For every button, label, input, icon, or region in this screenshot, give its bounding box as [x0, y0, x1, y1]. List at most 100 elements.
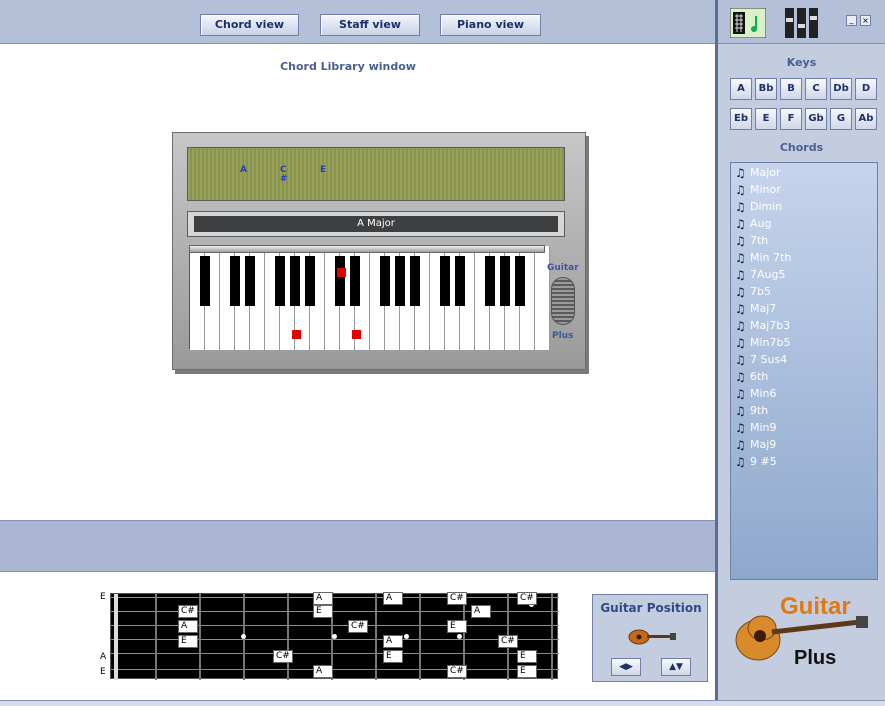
black-key[interactable] — [350, 256, 360, 306]
fret-note-box[interactable]: E — [447, 620, 467, 633]
key-button[interactable]: Db — [830, 78, 852, 100]
chord-name-bar: A Major — [187, 211, 565, 237]
fret-note-box[interactable]: C# — [498, 635, 518, 648]
fret-note-box[interactable]: A — [313, 592, 333, 605]
music-note-icon: ♫ — [735, 387, 746, 401]
fret-note-box[interactable]: A — [383, 635, 403, 648]
chord-label: 7 Sus4 — [750, 353, 788, 366]
chord-list-item[interactable]: ♫ 9 #5 — [735, 454, 777, 470]
chord-label: 7Aug5 — [750, 268, 786, 281]
black-key[interactable] — [380, 256, 390, 306]
guitar-position-title: Guitar Position — [600, 601, 702, 615]
horizontal-scrollbar[interactable] — [0, 700, 885, 706]
fret-note-box[interactable]: E — [517, 665, 537, 678]
fretboard[interactable]: AEC#C#AAEEC#AC#C#EC#EAEAEC#A — [110, 592, 559, 680]
fret-wire — [155, 594, 157, 680]
lcd-note-2-sharp: # — [280, 174, 288, 184]
chord-grid-icon[interactable] — [730, 8, 766, 38]
left-right-button[interactable]: ◀▶ — [611, 658, 641, 676]
fret-note-box[interactable]: A — [313, 665, 333, 678]
fret-note-box[interactable]: A — [471, 605, 491, 618]
lcd-display: A C # E — [187, 147, 565, 201]
fret-note-box[interactable]: C# — [517, 592, 537, 605]
chord-list-item[interactable]: ♫ Maj7b3 — [735, 318, 790, 334]
black-key[interactable] — [515, 256, 525, 306]
music-note-icon: ♫ — [735, 370, 746, 384]
fret-note-box[interactable]: E — [313, 605, 333, 618]
fret-note-box[interactable]: E — [517, 650, 537, 663]
black-key[interactable] — [335, 256, 345, 306]
chord-label: Aug — [750, 217, 772, 230]
black-key[interactable] — [275, 256, 285, 306]
black-key[interactable] — [230, 256, 240, 306]
key-button[interactable]: B — [780, 78, 802, 100]
chord-list-item[interactable]: ♫ Dimin — [735, 199, 782, 215]
black-key[interactable] — [455, 256, 465, 306]
chord-list-item[interactable]: ♫ Min7b5 — [735, 335, 791, 351]
fret-marker-dot — [404, 634, 409, 639]
chords-heading: Chords — [779, 141, 824, 154]
fret-note-box[interactable]: E — [178, 635, 198, 648]
fret-note-box[interactable]: C# — [447, 592, 467, 605]
chord-view-button[interactable]: Chord view — [200, 14, 299, 36]
fret-note-box[interactable]: A — [383, 592, 403, 605]
chord-list-item[interactable]: ♫ 7Aug5 — [735, 267, 785, 283]
chord-list-item[interactable]: ♫ Major — [735, 165, 781, 181]
piano-keys[interactable] — [189, 245, 550, 350]
chord-list-item[interactable]: ♫ 9th — [735, 403, 768, 419]
chord-list-item[interactable]: ♫ 6th — [735, 369, 768, 385]
key-button[interactable]: C — [805, 78, 827, 100]
key-button[interactable]: E — [755, 108, 777, 130]
chord-list-item[interactable]: ♫ 7 Sus4 — [735, 352, 787, 368]
black-key[interactable] — [200, 256, 210, 306]
up-down-button[interactable]: ▲▼ — [661, 658, 691, 676]
brand-plus-label: Plus — [552, 331, 574, 341]
key-button[interactable]: A — [730, 78, 752, 100]
fret-note-box[interactable]: C# — [447, 665, 467, 678]
music-note-icon: ♫ — [735, 234, 746, 248]
black-key[interactable] — [410, 256, 420, 306]
chord-list[interactable]: ♫ Major ♫ Minor ♫ Dimin ♫ Aug ♫ 7th ♫ Min 7th ♫ 7Aug5… — [730, 162, 878, 580]
pressed-key-marker — [337, 268, 346, 277]
piano-view-button[interactable]: Piano view — [440, 14, 541, 36]
sidebar: _ × Keys A Bb B C Db D Eb E F Gb G Ab Chords ♫ Major… — [718, 0, 885, 706]
fret-note-box[interactable]: A — [178, 620, 198, 633]
fret-note-box[interactable]: E — [383, 650, 403, 663]
black-key[interactable] — [305, 256, 315, 306]
chord-label: Maj7b3 — [750, 319, 791, 332]
chord-list-item[interactable]: ♫ Maj7 — [735, 301, 776, 317]
nut — [114, 594, 118, 680]
chord-list-item[interactable]: ♫ Minor — [735, 182, 781, 198]
sidebar-header: _ × — [718, 0, 885, 44]
black-key[interactable] — [485, 256, 495, 306]
string-label-mid: A — [100, 652, 107, 662]
key-button[interactable]: G — [830, 108, 852, 130]
black-key[interactable] — [395, 256, 405, 306]
black-key[interactable] — [440, 256, 450, 306]
white-key[interactable] — [535, 246, 550, 350]
black-key[interactable] — [245, 256, 255, 306]
key-button[interactable]: Eb — [730, 108, 752, 130]
chord-list-item[interactable]: ♫ Min 7th — [735, 250, 791, 266]
fret-note-box[interactable]: C# — [273, 650, 293, 663]
chord-list-item[interactable]: ♫ Maj9 — [735, 437, 776, 453]
key-button[interactable]: Bb — [755, 78, 777, 100]
black-key[interactable] — [500, 256, 510, 306]
chord-list-item[interactable]: ♫ Aug — [735, 216, 771, 232]
chord-list-item[interactable]: ♫ Min9 — [735, 420, 777, 436]
fret-note-box[interactable]: C# — [348, 620, 368, 633]
key-button[interactable]: D — [855, 78, 877, 100]
staff-view-button[interactable]: Staff view — [320, 14, 420, 36]
key-button[interactable]: Ab — [855, 108, 877, 130]
close-icon[interactable]: × — [860, 15, 871, 26]
key-button[interactable]: Gb — [805, 108, 827, 130]
chord-list-item[interactable]: ♫ 7th — [735, 233, 768, 249]
chord-list-item[interactable]: ♫ Min6 — [735, 386, 777, 402]
chord-list-item[interactable]: ♫ 7b5 — [735, 284, 771, 300]
mixer-icon[interactable] — [784, 8, 820, 38]
black-key[interactable] — [290, 256, 300, 306]
fret-note-box[interactable]: C# — [178, 605, 198, 618]
key-button[interactable]: F — [780, 108, 802, 130]
minimize-icon[interactable]: _ — [846, 15, 857, 26]
chord-label: Min9 — [750, 421, 777, 434]
